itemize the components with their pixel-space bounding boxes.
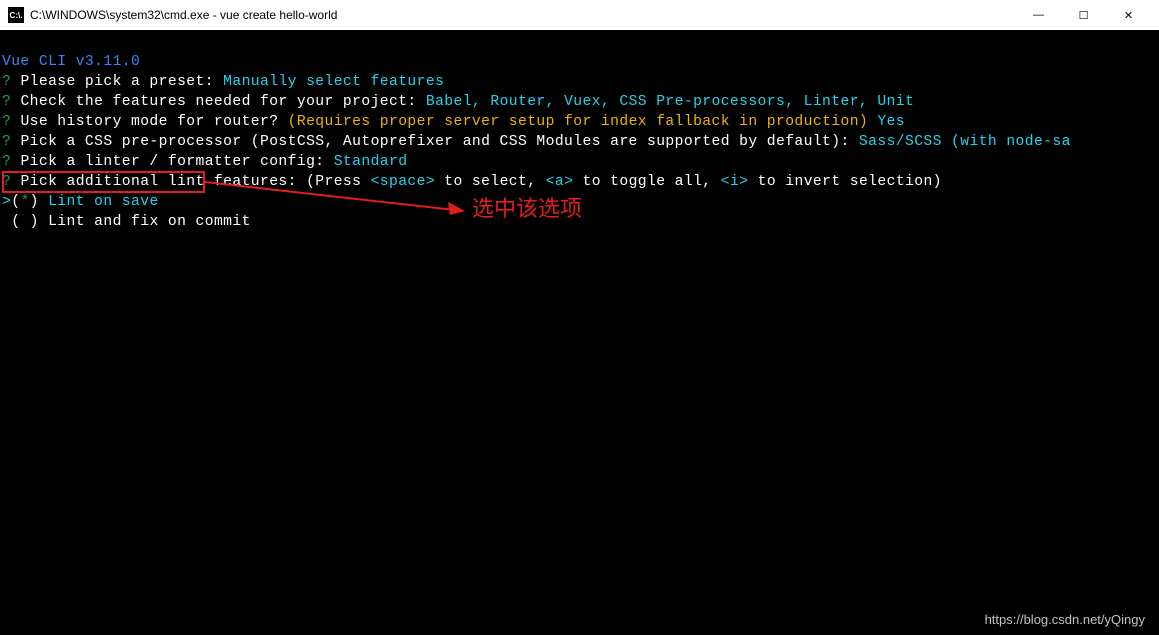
question-mark: ? (2, 134, 11, 150)
highlight-box (2, 171, 205, 193)
linter-answer: Standard (334, 154, 408, 170)
window-controls: — ☐ ✕ (1016, 0, 1151, 30)
a-key: <a> (546, 174, 574, 190)
window-title: C:\WINDOWS\system32\cmd.exe - vue create… (30, 8, 1016, 22)
cmd-icon: C:\. (8, 7, 24, 23)
question-mark: ? (2, 74, 11, 90)
css-answer: Sass/SCSS (with node-sa (859, 134, 1071, 150)
i-key: <i> (721, 174, 749, 190)
linter-question: Pick a linter / formatter config: (20, 154, 324, 170)
option-paren-close: ) (30, 194, 48, 210)
question-mark: ? (2, 94, 11, 110)
unselected-marker (20, 214, 29, 230)
css-question: Pick a CSS pre-processor (PostCSS, Autop… (20, 134, 849, 150)
minimize-button[interactable]: — (1016, 0, 1061, 30)
cli-version: Vue CLI v3.11.0 (2, 54, 140, 70)
history-answer: Yes (877, 114, 905, 130)
question-mark: ? (2, 154, 11, 170)
selected-marker: * (20, 194, 29, 210)
preset-answer: Manually select features (223, 74, 444, 90)
features-question: Check the features needed for your proje… (20, 94, 416, 110)
preset-question: Please pick a preset: (20, 74, 214, 90)
close-button[interactable]: ✕ (1106, 0, 1151, 30)
option-paren-close: ) (30, 214, 48, 230)
maximize-button[interactable]: ☐ (1061, 0, 1106, 30)
features-answer: Babel, Router, Vuex, CSS Pre-processors,… (426, 94, 914, 110)
annotation-label: 选中该选项 (472, 191, 582, 223)
history-question: Use history mode for router? (20, 114, 278, 130)
annotation-arrow (205, 180, 475, 225)
question-mark: ? (2, 114, 11, 130)
history-note: (Requires proper server setup for index … (288, 114, 868, 130)
window-titlebar: C:\. C:\WINDOWS\system32\cmd.exe - vue c… (0, 0, 1159, 30)
lint-mid2: to toggle all, (573, 174, 720, 190)
watermark: https://blog.csdn.net/yQingy (985, 612, 1145, 627)
lint-mid3: to invert selection) (748, 174, 942, 190)
chevron-icon: > (2, 194, 11, 210)
lint-on-save-option[interactable]: Lint on save (48, 194, 159, 210)
